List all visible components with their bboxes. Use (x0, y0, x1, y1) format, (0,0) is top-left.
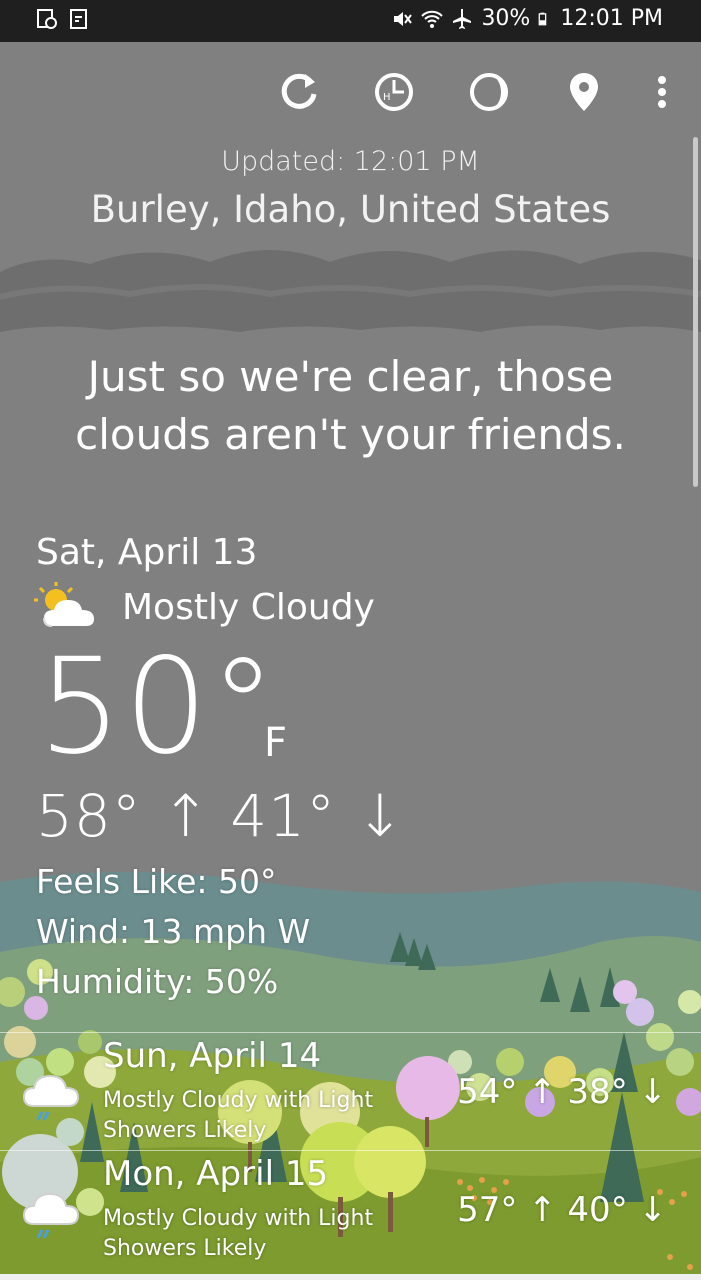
forecast-description: Mostly Cloudy with Light Showers Likely (103, 1204, 423, 1264)
theme-icon (470, 73, 508, 111)
location-pin-icon (570, 73, 598, 111)
airplane-mode-icon (453, 8, 472, 29)
current-temperature: 50° (38, 630, 278, 784)
location-button[interactable] (560, 68, 608, 116)
divider (0, 1150, 701, 1151)
updated-time: Updated: 12:01 PM (221, 146, 480, 177)
more-vert-icon (658, 76, 666, 108)
battery-percent: 30% (481, 6, 531, 31)
forecast-description-line: Mostly Cloudy with Light (103, 1088, 374, 1113)
divider (0, 1032, 701, 1033)
current-date: Sat, April 13 (36, 532, 258, 573)
theme-button[interactable] (465, 68, 513, 116)
cloud-rain-icon (22, 1074, 80, 1121)
sim-icon (70, 9, 87, 29)
forecast-description-line: Showers Likely (103, 1118, 267, 1143)
current-condition: Mostly Cloudy (122, 586, 375, 628)
next-card-edge (0, 1274, 701, 1280)
battery-icon (538, 12, 547, 25)
forecast-description-line: Showers Likely (103, 1236, 267, 1261)
refresh-icon (281, 73, 317, 109)
humidity: Humidity: 50% (36, 962, 279, 1001)
feels-like: Feels Like: 50° (36, 862, 277, 901)
forecast-row[interactable]: Mon, April 15 Mostly Cloudy with Light S… (0, 1152, 701, 1268)
location-name[interactable]: Burley, Idaho, United States (0, 188, 701, 231)
current-condition-row: Mostly Cloudy (34, 582, 375, 632)
forecast-temps: 54° ↑ 38° ↓ (457, 1072, 667, 1112)
overflow-menu-button[interactable] (638, 68, 686, 116)
screen-record-icon (37, 9, 57, 29)
forecast-row[interactable]: Sun, April 14 Mostly Cloudy with Light S… (0, 1034, 701, 1150)
forecast-day: Sun, April 14 (103, 1036, 322, 1076)
clock: 12:01 PM (560, 6, 663, 31)
mute-icon (394, 11, 413, 26)
wifi-icon (421, 10, 444, 28)
forecast-day: Mon, April 15 (103, 1154, 329, 1194)
weather-app: H Updated: 12:01 PM Burley, Idaho, Unite… (0, 42, 701, 1280)
history-icon: H (375, 73, 413, 111)
weather-quip: Just so we're clear, those clouds aren't… (75, 352, 626, 459)
forecast-description: Mostly Cloudy with Light Showers Likely (103, 1086, 423, 1146)
cloud-rain-icon (22, 1192, 80, 1239)
forecast-temps: 57° ↑ 40° ↓ (457, 1190, 667, 1230)
status-bar: 30% 12:01 PM (0, 0, 701, 42)
svg-text:H: H (383, 92, 391, 103)
forecast-description-line: Mostly Cloudy with Light (103, 1206, 374, 1231)
wind: Wind: 13 mph W (36, 912, 311, 951)
refresh-button[interactable] (275, 68, 323, 116)
toolbar: H (0, 64, 701, 124)
temperature-unit[interactable]: F (264, 720, 287, 766)
high-low-temperature: 58° ↑ 41° ↓ (36, 782, 406, 850)
partly-cloudy-icon (34, 582, 94, 627)
history-button[interactable]: H (370, 68, 418, 116)
